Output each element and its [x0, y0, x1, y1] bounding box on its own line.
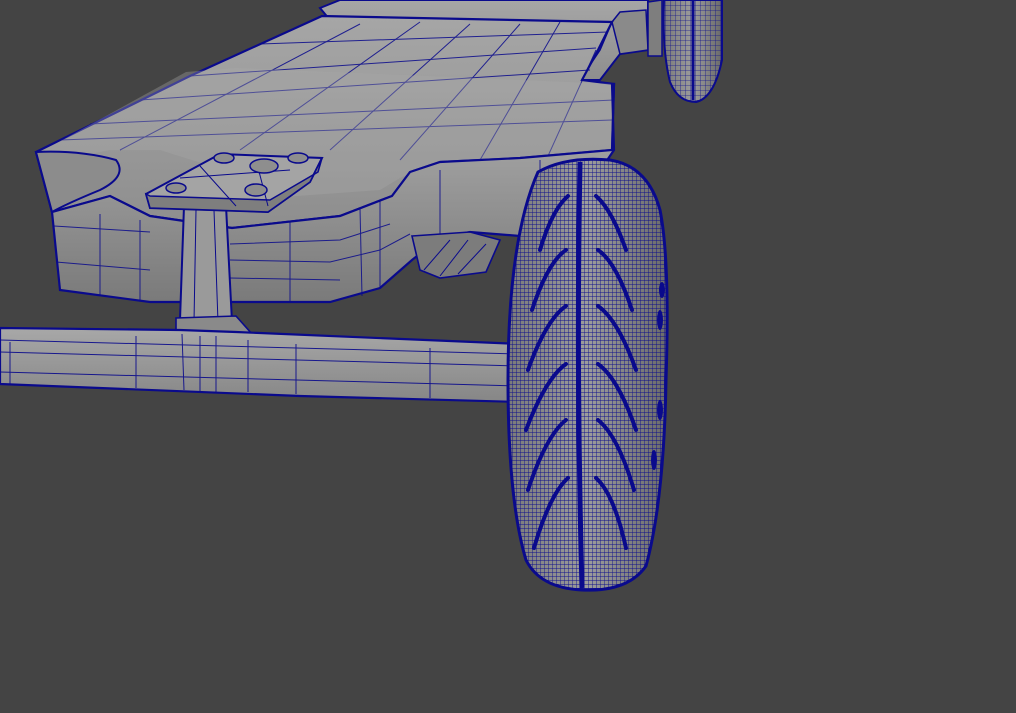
front-tire[interactable] — [506, 157, 669, 592]
axle-beam[interactable] — [0, 326, 522, 404]
rear-tire[interactable] — [662, 0, 723, 104]
scene-canvas[interactable] — [0, 0, 1016, 713]
3d-viewport[interactable] — [0, 0, 1016, 713]
